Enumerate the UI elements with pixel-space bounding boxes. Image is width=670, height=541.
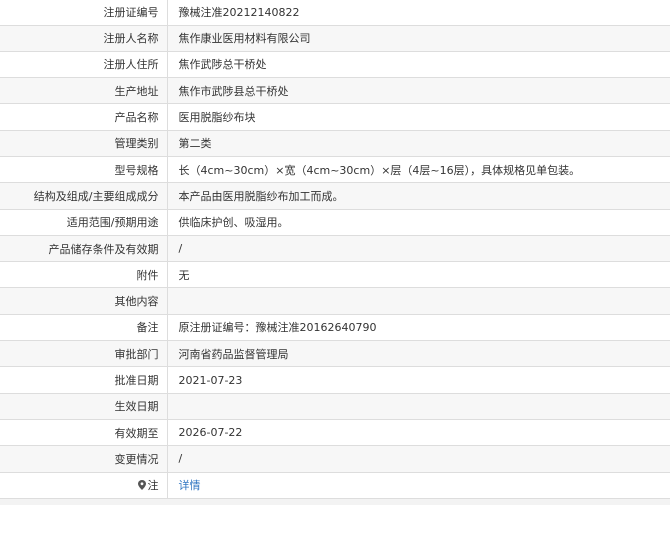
- table-row: 备注 原注册证编号：豫械注准20162640790: [0, 314, 670, 342]
- field-value: /: [167, 235, 670, 263]
- field-label: 注册人住所: [0, 51, 168, 79]
- pin-icon: [137, 480, 146, 491]
- field-value: 焦作康业医用材料有限公司: [167, 25, 670, 52]
- table-row: 生效日期: [0, 393, 670, 420]
- registration-record-table: 注册证编号 豫械注准20212140822 注册人名称 焦作康业医用材料有限公司…: [0, 0, 670, 499]
- field-value: 焦作武陟总干桥处: [167, 51, 670, 79]
- table-row: 产品储存条件及有效期 /: [0, 235, 670, 263]
- table-row: 生产地址 焦作市武陟县总干桥处: [0, 77, 670, 105]
- field-value: 无: [167, 261, 670, 289]
- field-value: 豫械注准20212140822: [167, 0, 670, 26]
- field-value: 本产品由医用脱脂纱布加工而成。: [167, 182, 670, 210]
- note-label-cell: 注: [0, 472, 168, 499]
- field-label: 结构及组成/主要组成成分: [0, 182, 168, 210]
- table-row: 变更情况 /: [0, 445, 670, 473]
- note-label: 注: [147, 479, 159, 493]
- detail-link[interactable]: 详情: [179, 479, 201, 492]
- field-label: 附件: [0, 261, 168, 289]
- field-value: 供临床护创、吸湿用。: [167, 209, 670, 236]
- table-row: 管理类别 第二类: [0, 130, 670, 157]
- field-label: 注册证编号: [0, 0, 168, 26]
- field-value: 第二类: [167, 130, 670, 157]
- table-row: 附件 无: [0, 261, 670, 289]
- field-label: 变更情况: [0, 445, 168, 473]
- bottom-divider: [0, 498, 670, 505]
- field-label: 生效日期: [0, 393, 168, 420]
- field-label: 其他内容: [0, 287, 168, 315]
- table-row: 型号规格 长（4cm~30cm）×宽（4cm~30cm）×层（4层~16层），具…: [0, 156, 670, 184]
- field-label: 审批部门: [0, 340, 168, 368]
- field-value: 医用脱脂纱布块: [167, 103, 670, 131]
- field-label: 管理类别: [0, 130, 168, 157]
- table-row: 结构及组成/主要组成成分 本产品由医用脱脂纱布加工而成。: [0, 182, 670, 210]
- field-value: 焦作市武陟县总干桥处: [167, 77, 670, 105]
- field-value: 原注册证编号：豫械注准20162640790: [167, 314, 670, 342]
- field-label: 注册人名称: [0, 25, 168, 52]
- field-label: 批准日期: [0, 366, 168, 394]
- table-row: 审批部门 河南省药品监督管理局: [0, 340, 670, 368]
- table-row: 适用范围/预期用途 供临床护创、吸湿用。: [0, 209, 670, 236]
- field-label: 有效期至: [0, 419, 168, 447]
- field-value: /: [167, 445, 670, 473]
- field-value: [167, 287, 670, 315]
- table-row: 批准日期 2021-07-23: [0, 366, 670, 394]
- field-value: 河南省药品监督管理局: [167, 340, 670, 368]
- table-row: 产品名称 医用脱脂纱布块: [0, 103, 670, 131]
- field-value: 2021-07-23: [167, 366, 670, 394]
- field-value: 长（4cm~30cm）×宽（4cm~30cm）×层（4层~16层），具体规格见单…: [167, 156, 670, 184]
- table-row: 注册人名称 焦作康业医用材料有限公司: [0, 25, 670, 52]
- table-row: 其他内容: [0, 287, 670, 315]
- field-value: [167, 393, 670, 420]
- field-label: 产品储存条件及有效期: [0, 235, 168, 263]
- field-label: 型号规格: [0, 156, 168, 184]
- table-row: 注册人住所 焦作武陟总干桥处: [0, 51, 670, 79]
- note-value-cell: 详情: [167, 472, 670, 499]
- field-label: 产品名称: [0, 103, 168, 131]
- field-label: 生产地址: [0, 77, 168, 105]
- field-value: 2026-07-22: [167, 419, 670, 447]
- field-label: 备注: [0, 314, 168, 342]
- note-row: 注 详情: [0, 472, 670, 499]
- table-row: 有效期至 2026-07-22: [0, 419, 670, 447]
- table-row: 注册证编号 豫械注准20212140822: [0, 0, 670, 26]
- field-label: 适用范围/预期用途: [0, 209, 168, 236]
